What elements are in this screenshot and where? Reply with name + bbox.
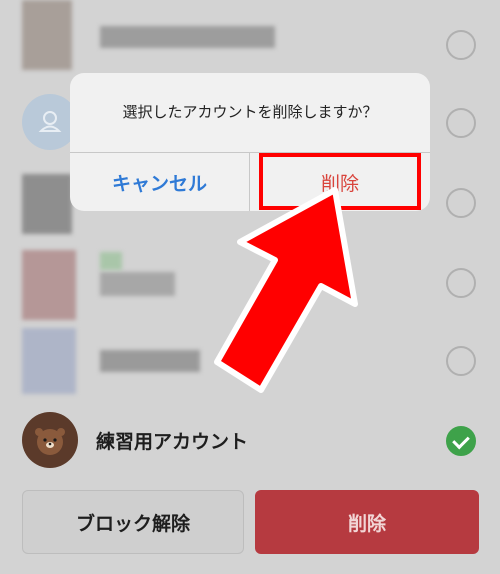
pointing-arrow-icon — [214, 187, 358, 393]
